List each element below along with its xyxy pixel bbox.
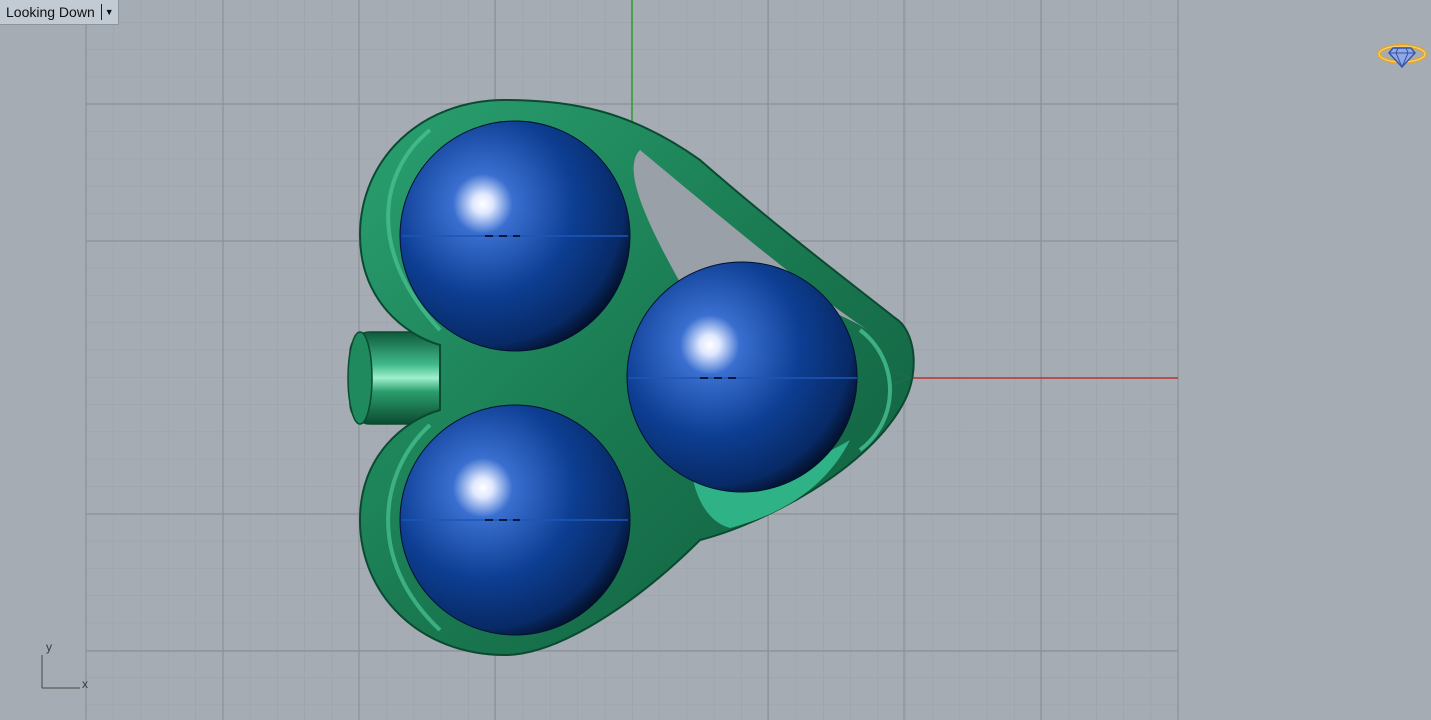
ring-diamond-icon <box>1377 44 1427 69</box>
scene <box>41 0 1179 720</box>
y-axis-label: y <box>46 640 52 654</box>
viewport-title-menu[interactable]: Looking Down ▼ <box>0 0 119 25</box>
separator <box>100 4 102 20</box>
caret-down-icon[interactable]: ▼ <box>105 7 116 17</box>
sphere-top <box>399 120 631 352</box>
sphere-right <box>626 261 858 493</box>
viewport-canvas[interactable]: Looking Down ▼ y x <box>0 0 1431 720</box>
sphere-bottom <box>399 404 631 636</box>
viewport-title: Looking Down <box>6 4 95 20</box>
world-axis-icon <box>41 655 80 689</box>
x-axis-label: x <box>82 677 88 691</box>
